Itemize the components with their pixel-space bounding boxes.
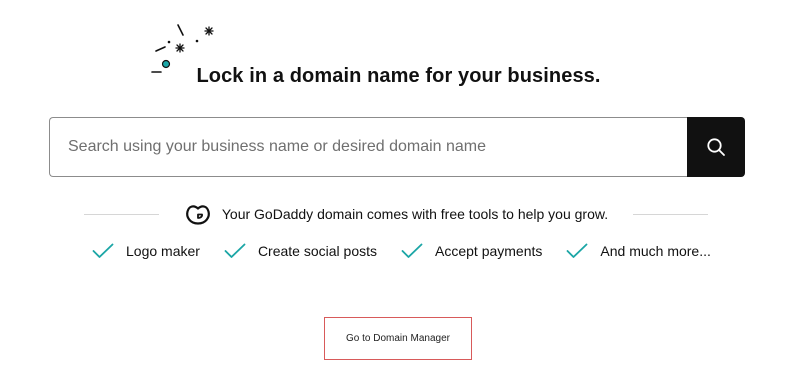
feature-item: Logo maker	[92, 243, 200, 259]
promo-text: Your GoDaddy domain comes with free tool…	[221, 206, 609, 222]
checkmark-icon	[401, 243, 423, 258]
feature-label: Logo maker	[126, 243, 200, 259]
checkmark-icon	[224, 243, 246, 258]
page-headline: Lock in a domain name for your business.	[196, 65, 601, 87]
checkmark-icon	[92, 243, 114, 258]
promo-banner: Your GoDaddy domain comes with free tool…	[84, 201, 708, 227]
godaddy-logo-icon	[185, 205, 210, 225]
domain-search-bar	[49, 117, 745, 177]
go-to-domain-manager-button[interactable]: Go to Domain Manager	[324, 317, 472, 360]
feature-item: And much more...	[566, 243, 711, 259]
feature-label: And much more...	[600, 243, 711, 259]
divider-right	[633, 213, 708, 215]
search-button[interactable]	[687, 117, 745, 177]
promo-content: Your GoDaddy domain comes with free tool…	[159, 202, 633, 226]
feature-item: Accept payments	[401, 243, 542, 259]
feature-label: Create social posts	[257, 243, 377, 259]
feature-item: Create social posts	[224, 243, 377, 259]
search-icon	[707, 138, 725, 156]
domain-search-input[interactable]	[49, 117, 687, 177]
divider-left	[84, 213, 159, 215]
feature-list: Logo maker Create social posts Accept pa…	[92, 243, 711, 259]
checkmark-icon	[566, 243, 588, 258]
feature-label: Accept payments	[435, 243, 543, 259]
